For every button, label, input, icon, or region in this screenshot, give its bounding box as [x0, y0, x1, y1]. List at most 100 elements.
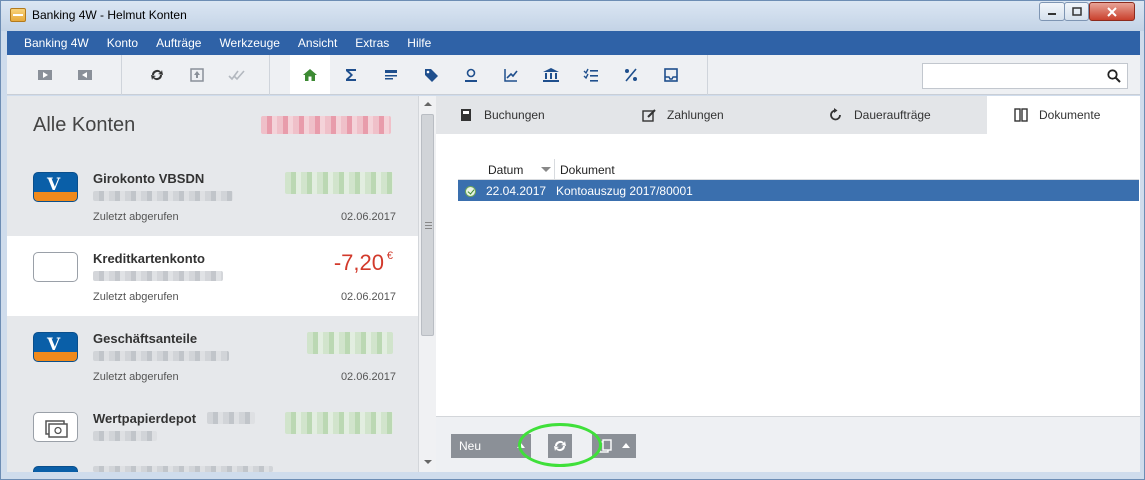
toolbar-separator [707, 55, 708, 95]
account-balance-redacted [307, 332, 393, 354]
sidebar-scrollbar[interactable] [418, 96, 436, 472]
checklist-icon[interactable] [579, 63, 603, 87]
account-balance-redacted [285, 412, 393, 434]
scroll-up-icon[interactable] [423, 100, 433, 108]
document-actions-button[interactable] [592, 434, 636, 458]
menu-werkzeuge[interactable]: Werkzeuge [219, 36, 279, 50]
tab-label: Zahlungen [667, 108, 724, 122]
check-circle-icon [465, 186, 476, 197]
app-window: Banking 4W - Helmut Konten Banking 4W Ko… [0, 0, 1145, 480]
search-icon[interactable] [1107, 69, 1121, 83]
account-item-partial[interactable] [7, 466, 418, 472]
app-icon [10, 8, 26, 22]
title-bar: Banking 4W - Helmut Konten [1, 1, 1144, 31]
table-header: Datum Dokument [458, 159, 1139, 180]
vr-bank-logo: V [33, 332, 78, 362]
tab-bar: Buchungen Zahlungen Daueraufträge Dokume… [436, 96, 1140, 134]
account-name: Kreditkartenkonto [93, 251, 205, 266]
account-date: 02.06.2017 [340, 291, 396, 303]
account-name-redacted [93, 466, 273, 472]
minimize-button[interactable] [1039, 2, 1065, 21]
table-row[interactable]: 22.04.2017 Kontoauszug 2017/80001 [458, 180, 1139, 201]
ledger-icon [458, 107, 474, 123]
account-balance-redacted [285, 172, 393, 194]
close-button[interactable] [1089, 2, 1135, 21]
menu-banking4w[interactable]: Banking 4W [24, 36, 89, 50]
tab-dauerauftraege[interactable]: Daueraufträge [828, 96, 1008, 134]
account-balance: -7,20 [333, 250, 384, 275]
scroll-thumb[interactable] [421, 114, 434, 336]
account-status: Zuletzt abgerufen [93, 371, 179, 383]
sort-desc-icon[interactable] [541, 167, 551, 172]
sidebar-title: Alle Konten [33, 114, 136, 136]
search-input[interactable] [927, 67, 1097, 85]
account-name: Geschäftsanteile [93, 331, 198, 346]
column-separator [554, 159, 555, 180]
sync-icon[interactable] [145, 63, 169, 87]
new-button-label: Neu [459, 439, 482, 453]
list-icon[interactable] [379, 63, 403, 87]
account-name-redacted [207, 412, 255, 424]
new-button[interactable]: Neu [451, 434, 531, 458]
column-header-dokument[interactable]: Dokument [560, 163, 615, 177]
tag-icon[interactable] [419, 63, 443, 87]
menu-hilfe[interactable]: Hilfe [407, 36, 431, 50]
bottom-action-bar: Neu [436, 416, 1140, 472]
cell-date: 22.04.2017 [486, 184, 547, 198]
account-item-geschaeftsanteile[interactable]: V Geschäftsanteile Zuletzt abgerufen 02.… [7, 316, 418, 396]
bank-icon[interactable] [539, 63, 563, 87]
card-logo [33, 252, 78, 282]
account-name: Girokonto VBSDN [93, 171, 205, 186]
account-item-kreditkarte[interactable]: Kreditkartenkonto -7,20 € Zuletzt abgeru… [7, 236, 418, 316]
menu-ansicht[interactable]: Ansicht [298, 36, 337, 50]
scroll-down-icon[interactable] [423, 458, 433, 466]
upload-icon[interactable] [185, 63, 209, 87]
menu-extras[interactable]: Extras [355, 36, 389, 50]
toolbar [7, 55, 1140, 95]
account-item-girokonto[interactable]: V Girokonto VBSDN Zuletzt abgerufen 02.0… [7, 156, 418, 236]
maximize-button[interactable] [1064, 2, 1089, 21]
percent-icon[interactable] [619, 63, 643, 87]
main-content: Buchungen Zahlungen Daueraufträge Dokume… [436, 96, 1140, 472]
tab-dokumente[interactable]: Dokumente [987, 96, 1140, 134]
cell-document: Kontoauszug 2017/80001 [556, 184, 693, 198]
caret-up-icon [622, 443, 630, 448]
account-number-redacted [93, 351, 229, 361]
user-icon[interactable] [459, 63, 483, 87]
inbox-icon[interactable] [659, 63, 683, 87]
menu-bar: Banking 4W Konto Aufträge Werkzeuge Ansi… [7, 31, 1140, 55]
account-number-redacted [93, 271, 223, 281]
sum-icon[interactable] [339, 63, 363, 87]
tab-buchungen[interactable]: Buchungen [458, 96, 638, 134]
column-header-datum[interactable]: Datum [488, 163, 523, 177]
recurring-icon [828, 107, 844, 123]
account-date: 02.06.2017 [340, 211, 396, 223]
home-icon[interactable] [298, 63, 322, 87]
play-icon[interactable] [33, 63, 57, 87]
play-back-icon[interactable] [73, 63, 97, 87]
documents-icon [1013, 107, 1029, 123]
refresh-button[interactable] [548, 434, 572, 458]
menu-konto[interactable]: Konto [107, 36, 138, 50]
account-currency: € [386, 250, 393, 262]
tab-label: Daueraufträge [854, 108, 931, 122]
tab-zahlungen[interactable]: Zahlungen [641, 96, 821, 134]
sync-icon [554, 441, 566, 451]
edit-icon [641, 107, 657, 123]
window-title: Banking 4W - Helmut Konten [32, 8, 187, 22]
double-check-icon[interactable] [225, 63, 249, 87]
account-item-wertpapierdepot[interactable]: Wertpapierdepot [7, 396, 418, 472]
account-status: Zuletzt abgerufen [93, 211, 179, 223]
account-status: Zuletzt abgerufen [93, 291, 179, 303]
total-balance-redacted [261, 116, 391, 134]
accounts-sidebar: Alle Konten V Girokonto VBSDN Zuletzt ab… [7, 96, 418, 472]
sidebar-header[interactable]: Alle Konten [7, 96, 418, 156]
account-name: Wertpapierdepot [93, 411, 197, 426]
maximize-icon [1071, 7, 1082, 16]
copy-document-icon [599, 439, 612, 453]
vr-bank-logo: V [33, 172, 78, 202]
menu-auftraege[interactable]: Aufträge [156, 36, 201, 50]
chart-icon[interactable] [499, 63, 523, 87]
minimize-icon [1048, 12, 1056, 15]
vr-bank-logo [33, 466, 78, 472]
